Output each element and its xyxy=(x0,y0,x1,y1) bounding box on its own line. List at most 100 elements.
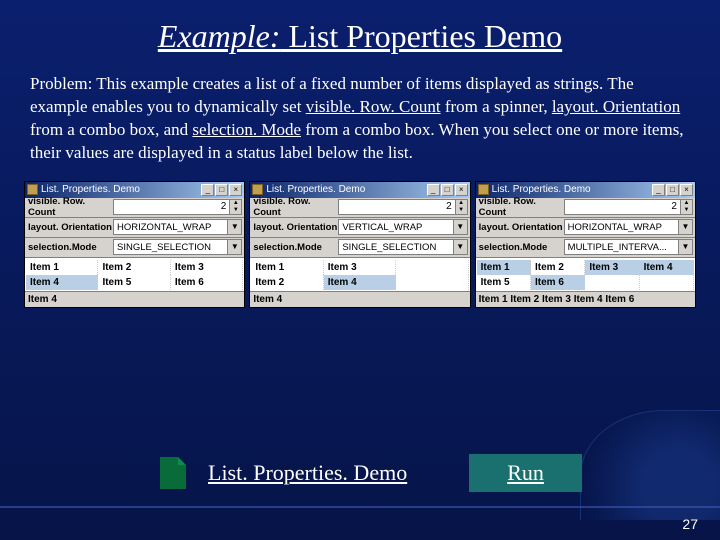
spinner-down-icon[interactable]: ▼ xyxy=(455,207,467,214)
spinner-value: 2 xyxy=(114,200,229,214)
app-window: List. Properties. Demo_□× visible. Row. C… xyxy=(24,181,245,308)
close-button[interactable]: × xyxy=(680,184,693,196)
panels-row: List. Properties. Demo_□×visible. Row. C… xyxy=(0,175,720,308)
row-label: layout. Orientation xyxy=(250,222,338,233)
spinner-value: 2 xyxy=(339,200,454,214)
close-button[interactable]: × xyxy=(229,184,242,196)
combo-value: MULTIPLE_INTERVA... xyxy=(565,242,678,253)
combo-value: HORIZONTAL_WRAP xyxy=(114,222,227,233)
selection-mode-combo[interactable]: MULTIPLE_INTERVA...▼ xyxy=(564,239,693,255)
list-item[interactable] xyxy=(396,260,468,275)
selection-mode-combo[interactable]: SINGLE_SELECTION▼ xyxy=(338,239,467,255)
list-item[interactable]: Item 5 xyxy=(477,275,531,290)
layout-orientation-combo[interactable]: HORIZONTAL_WRAP▼ xyxy=(113,219,242,235)
row-visible-row-count: visible. Row. Count2▲▼ xyxy=(25,198,244,218)
title-prefix: Example: xyxy=(158,18,281,54)
row-label: visible. Row. Count xyxy=(476,196,564,218)
bottom-row: List. Properties. Demo Run xyxy=(0,454,720,492)
row-visible-row-count: visible. Row. Count2▲▼ xyxy=(250,198,469,218)
combo-value: SINGLE_SELECTION xyxy=(339,242,452,253)
spinner-down-icon[interactable]: ▼ xyxy=(680,207,692,214)
chevron-down-icon[interactable]: ▼ xyxy=(678,220,692,234)
list-area[interactable]: Item 1Item 3Item 2Item 4 xyxy=(250,258,469,291)
chevron-down-icon[interactable]: ▼ xyxy=(453,240,467,254)
row-selection-mode: selection.ModeSINGLE_SELECTION▼ xyxy=(25,238,244,258)
list-item[interactable]: Item 6 xyxy=(531,275,585,290)
list-item[interactable]: Item 1 xyxy=(251,260,323,275)
list-item[interactable]: Item 2 xyxy=(251,275,323,290)
title-rest: List Properties Demo xyxy=(280,18,562,54)
run-button[interactable]: Run xyxy=(469,454,582,492)
minimize-button[interactable]: _ xyxy=(427,184,440,196)
list-item[interactable]: Item 6 xyxy=(171,275,243,290)
row-layout-orientation: layout. OrientationVERTICAL_WRAP▼ xyxy=(250,218,469,238)
spinner-up-icon[interactable]: ▲ xyxy=(680,200,692,207)
minimize-button[interactable]: _ xyxy=(652,184,665,196)
list-item[interactable]: Item 4 xyxy=(26,275,98,290)
divider-line xyxy=(0,506,720,508)
list-item[interactable]: Item 5 xyxy=(98,275,170,290)
chevron-down-icon[interactable]: ▼ xyxy=(227,240,241,254)
row-label: selection.Mode xyxy=(25,242,113,253)
minimize-button[interactable]: _ xyxy=(201,184,214,196)
maximize-button[interactable]: □ xyxy=(215,184,228,196)
visible-row-count-spinner[interactable]: 2▲▼ xyxy=(564,199,693,215)
row-label: layout. Orientation xyxy=(476,222,564,233)
row-selection-mode: selection.ModeMULTIPLE_INTERVA...▼ xyxy=(476,238,695,258)
list-item[interactable] xyxy=(396,275,468,290)
row-label: layout. Orientation xyxy=(25,222,113,233)
list-item[interactable]: Item 4 xyxy=(640,260,694,275)
window-title: List. Properties. Demo xyxy=(492,184,649,195)
visible-row-count-spinner[interactable]: 2▲▼ xyxy=(338,199,467,215)
list-item[interactable]: Item 2 xyxy=(98,260,170,275)
combo-value: HORIZONTAL_WRAP xyxy=(565,222,678,233)
row-visible-row-count: visible. Row. Count2▲▼ xyxy=(476,198,695,218)
list-item[interactable]: Item 1 xyxy=(477,260,531,275)
list-item[interactable]: Item 2 xyxy=(531,260,585,275)
window-title: List. Properties. Demo xyxy=(41,184,198,195)
problem-text: Problem: This example creates a list of … xyxy=(0,63,720,175)
page-number: 27 xyxy=(682,516,698,532)
window-icon xyxy=(27,184,38,195)
list-area[interactable]: Item 1Item 2Item 3 Item 4Item 5Item 6 xyxy=(25,258,244,291)
spinner-down-icon[interactable]: ▼ xyxy=(229,207,241,214)
maximize-button[interactable]: □ xyxy=(666,184,679,196)
close-button[interactable]: × xyxy=(455,184,468,196)
file-icon[interactable] xyxy=(160,457,186,489)
spinner-up-icon[interactable]: ▲ xyxy=(229,200,241,207)
row-label: selection.Mode xyxy=(250,242,338,253)
layout-orientation-combo[interactable]: VERTICAL_WRAP▼ xyxy=(338,219,467,235)
list-item[interactable]: Item 4 xyxy=(324,275,396,290)
chevron-down-icon[interactable]: ▼ xyxy=(453,220,467,234)
spinner-up-icon[interactable]: ▲ xyxy=(455,200,467,207)
combo-value: VERTICAL_WRAP xyxy=(339,222,452,233)
window-icon xyxy=(252,184,263,195)
list-item[interactable]: Item 3 xyxy=(171,260,243,275)
visible-row-count-spinner[interactable]: 2▲▼ xyxy=(113,199,242,215)
combo-value: SINGLE_SELECTION xyxy=(114,242,227,253)
list-item[interactable] xyxy=(640,275,694,290)
list-item[interactable]: Item 3 xyxy=(324,260,396,275)
chevron-down-icon[interactable]: ▼ xyxy=(227,220,241,234)
status-label: Item 4 xyxy=(25,291,244,307)
window-icon xyxy=(478,184,489,195)
window-title: List. Properties. Demo xyxy=(266,184,423,195)
list-item[interactable] xyxy=(585,275,639,290)
row-label: visible. Row. Count xyxy=(250,196,338,218)
list-area[interactable]: Item 1Item 2Item 3Item 4 Item 5Item 6 xyxy=(476,258,695,291)
selection-mode-combo[interactable]: SINGLE_SELECTION▼ xyxy=(113,239,242,255)
list-item[interactable]: Item 3 xyxy=(585,260,639,275)
chevron-down-icon[interactable]: ▼ xyxy=(678,240,692,254)
row-layout-orientation: layout. OrientationHORIZONTAL_WRAP▼ xyxy=(476,218,695,238)
maximize-button[interactable]: □ xyxy=(441,184,454,196)
app-window: List. Properties. Demo_□× visible. Row. C… xyxy=(475,181,696,308)
slide-title: Example: List Properties Demo xyxy=(0,0,720,63)
row-layout-orientation: layout. OrientationHORIZONTAL_WRAP▼ xyxy=(25,218,244,238)
row-label: visible. Row. Count xyxy=(25,196,113,218)
row-label: selection.Mode xyxy=(476,242,564,253)
row-selection-mode: selection.ModeSINGLE_SELECTION▼ xyxy=(250,238,469,258)
demo-link[interactable]: List. Properties. Demo xyxy=(208,460,407,486)
layout-orientation-combo[interactable]: HORIZONTAL_WRAP▼ xyxy=(564,219,693,235)
app-window: List. Properties. Demo _□× visible. Row. C… xyxy=(249,181,470,308)
list-item[interactable]: Item 1 xyxy=(26,260,98,275)
